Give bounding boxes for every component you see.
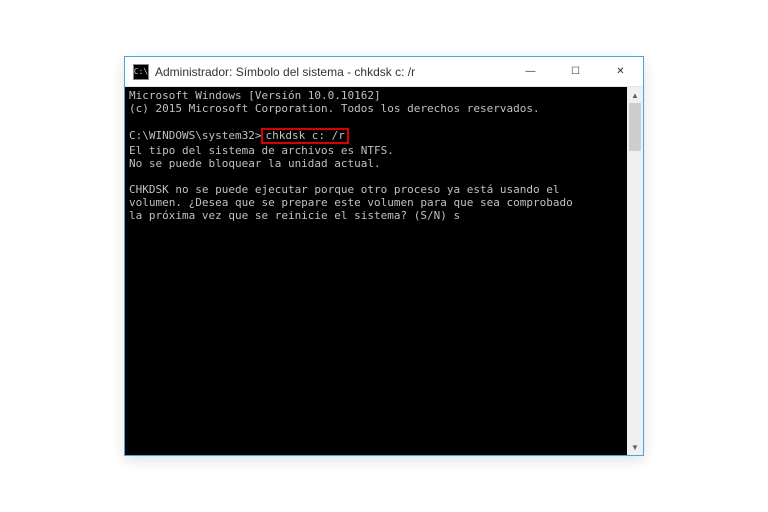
minimize-button[interactable]: — <box>508 57 553 86</box>
console-client-area: Microsoft Windows [Versión 10.0.10162] (… <box>125 87 643 455</box>
line-lock: No se puede bloquear la unidad actual. <box>129 157 381 170</box>
typed-command-highlight: chkdsk c: /r <box>261 128 348 144</box>
scroll-down-button[interactable]: ▼ <box>627 439 643 455</box>
titlebar[interactable]: C:\ Administrador: Símbolo del sistema -… <box>125 57 643 87</box>
command-prompt-window: C:\ Administrador: Símbolo del sistema -… <box>124 56 644 456</box>
close-button[interactable]: ✕ <box>598 57 643 86</box>
scroll-up-button[interactable]: ▲ <box>627 87 643 103</box>
maximize-button[interactable]: ☐ <box>553 57 598 86</box>
line-msg2: volumen. ¿Desea que se prepare este volu… <box>129 196 573 209</box>
line-copyright: (c) 2015 Microsoft Corporation. Todos lo… <box>129 102 540 115</box>
line-msg3: la próxima vez que se reinicie el sistem… <box>129 209 454 222</box>
console-output[interactable]: Microsoft Windows [Versión 10.0.10162] (… <box>125 87 627 455</box>
window-title: Administrador: Símbolo del sistema - chk… <box>155 65 415 79</box>
window-controls: — ☐ ✕ <box>508 57 643 86</box>
line-msg1: CHKDSK no se puede ejecutar porque otro … <box>129 183 559 196</box>
cmd-icon: C:\ <box>133 64 149 80</box>
line-version: Microsoft Windows [Versión 10.0.10162] <box>129 89 381 102</box>
vertical-scrollbar[interactable]: ▲ ▼ <box>627 87 643 455</box>
prompt-path: C:\WINDOWS\system32> <box>129 129 261 142</box>
scroll-thumb[interactable] <box>629 103 641 151</box>
user-response: s <box>454 209 461 222</box>
line-fs-type: El tipo del sistema de archivos es NTFS. <box>129 144 394 157</box>
